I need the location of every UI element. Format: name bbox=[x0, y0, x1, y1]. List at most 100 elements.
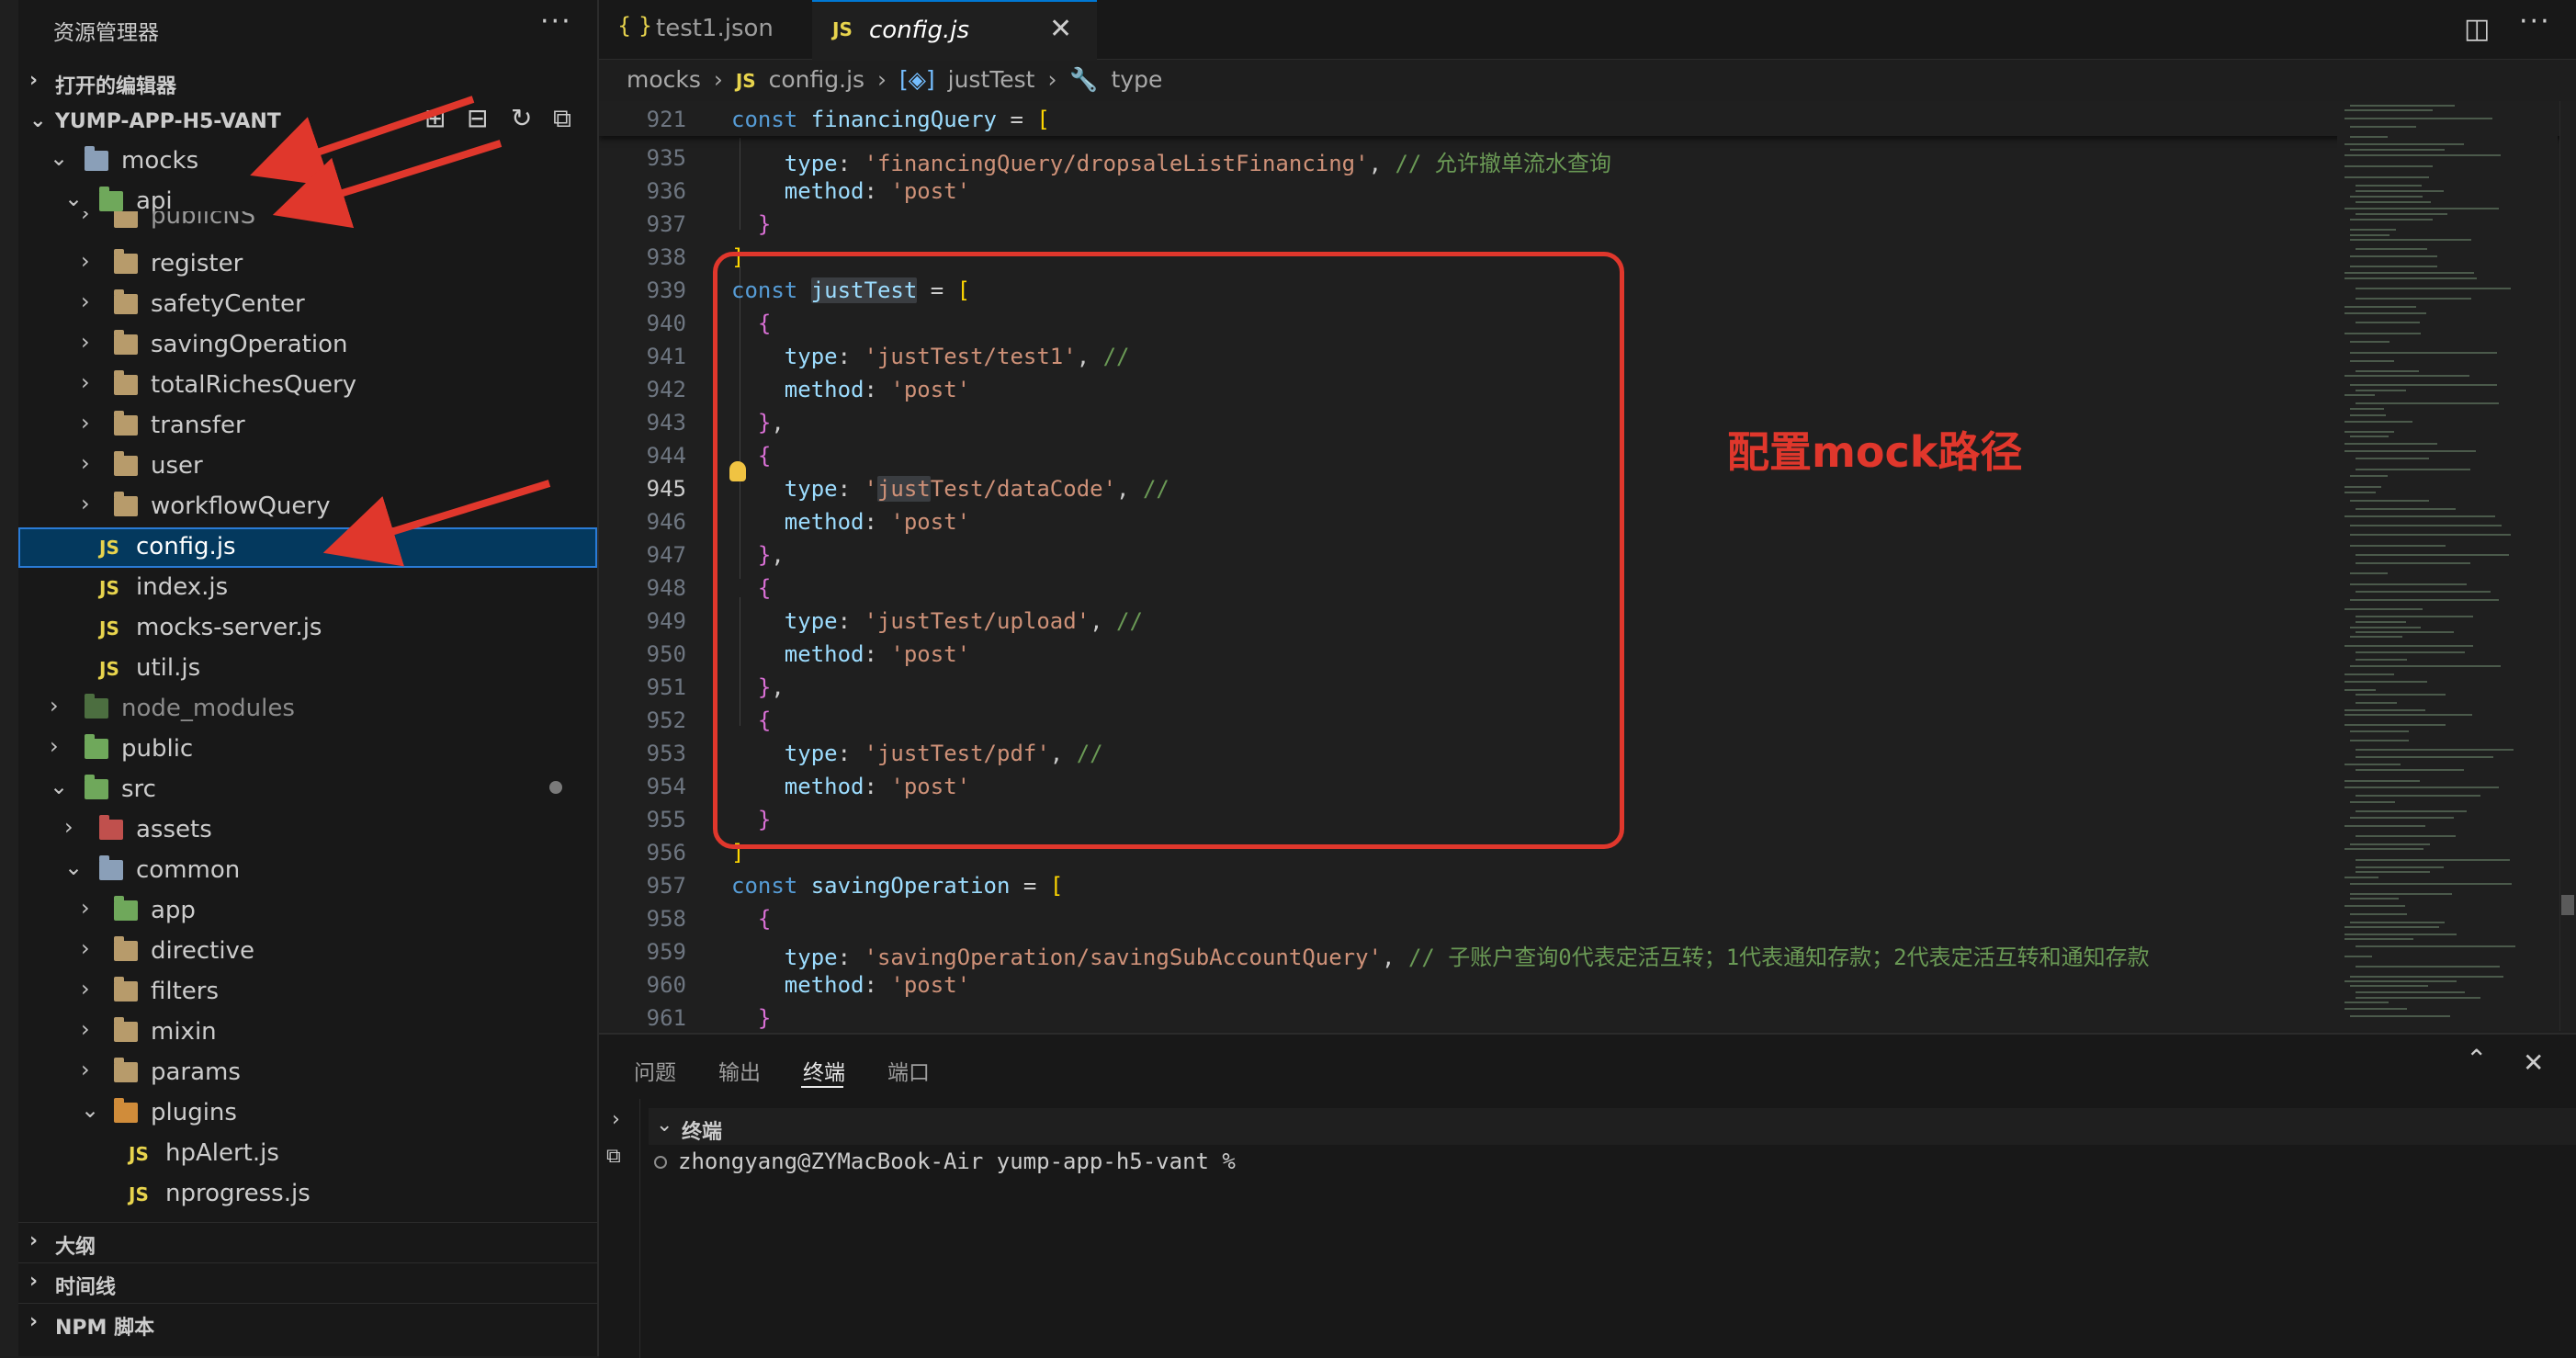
tree-folder-public[interactable]: › public bbox=[18, 730, 597, 770]
section-npm-scripts[interactable]: › NPM 脚本 bbox=[18, 1303, 597, 1341]
minimap-line bbox=[2350, 136, 2388, 138]
terminal-header[interactable]: ⌄ 终端 bbox=[649, 1108, 2576, 1145]
minimap-line bbox=[2356, 591, 2491, 593]
minimap-line bbox=[2350, 196, 2423, 198]
minimap-line bbox=[2350, 817, 2454, 819]
minimap-line bbox=[2356, 651, 2465, 653]
more-actions-icon[interactable]: ··· bbox=[2519, 6, 2551, 38]
folder-icon bbox=[99, 855, 123, 880]
chevron-down-icon: ⌄ bbox=[81, 1097, 100, 1123]
minimap-line bbox=[2356, 871, 2430, 873]
wrench-icon: 🔧 bbox=[1069, 66, 1099, 93]
minimap-line bbox=[2350, 1015, 2450, 1017]
close-panel-icon[interactable]: ✕ bbox=[2523, 1047, 2544, 1078]
minimap-line bbox=[2350, 545, 2446, 547]
breadcrumb-separator: › bbox=[713, 66, 723, 93]
tree-folder-app[interactable]: › app bbox=[18, 891, 597, 932]
arrow-to-config bbox=[322, 480, 551, 567]
tree-folder-params[interactable]: › params bbox=[18, 1053, 597, 1093]
minimap-line bbox=[2356, 562, 2470, 564]
tab-test1-json[interactable]: { } test1.json bbox=[599, 0, 810, 59]
tree-folder-common[interactable]: ⌄ common bbox=[18, 851, 597, 891]
tree-file-util-js[interactable]: JS util.js bbox=[18, 649, 597, 689]
line-number: 956 bbox=[646, 840, 686, 866]
minimap-line bbox=[2344, 306, 2416, 308]
code-line: const savingOperation = [ bbox=[731, 873, 1064, 899]
panel-tab-terminal[interactable]: 终端 bbox=[803, 1055, 845, 1086]
chevron-down-icon: ⌄ bbox=[64, 854, 84, 880]
tree-file-hpalert-js[interactable]: JS hpAlert.js bbox=[18, 1134, 597, 1174]
tree-label: app bbox=[151, 897, 196, 924]
terminal-split-icon[interactable]: ⧉ bbox=[606, 1145, 621, 1168]
tree-file-mocks-server-js[interactable]: JS mocks-server.js bbox=[18, 608, 597, 649]
split-editor-icon[interactable]: ◫ bbox=[2464, 13, 2490, 45]
minimap[interactable] bbox=[2337, 101, 2558, 1031]
vertical-scrollbar[interactable] bbox=[2559, 101, 2576, 1031]
js-file-icon: JS bbox=[99, 577, 119, 599]
tree-folder-directive[interactable]: › directive bbox=[18, 932, 597, 972]
line-number: 960 bbox=[646, 972, 686, 998]
panel-tab-problems[interactable]: 问题 bbox=[634, 1055, 676, 1086]
chevron-right-icon: › bbox=[29, 1310, 39, 1333]
tree-folder-node-modules[interactable]: › node_modules bbox=[18, 689, 597, 730]
tab-config-js[interactable]: JS config.js ✕ bbox=[812, 0, 1097, 61]
tree-file-nprogress-js[interactable]: JS nprogress.js bbox=[18, 1174, 597, 1215]
tree-label: public bbox=[121, 735, 194, 763]
line-number: 940 bbox=[646, 311, 686, 336]
terminal-prompt[interactable]: zhongyang@ZYMacBook-Air yump-app-h5-vant… bbox=[678, 1149, 1236, 1174]
breadcrumb-property[interactable]: type bbox=[1112, 66, 1163, 93]
minimap-line bbox=[2350, 636, 2402, 638]
json-file-icon: { } bbox=[617, 13, 653, 39]
section-timeline[interactable]: › 时间线 bbox=[18, 1262, 597, 1300]
breadcrumb-folder[interactable]: mocks bbox=[627, 66, 701, 93]
line-number: 938 bbox=[646, 244, 686, 270]
folder-icon bbox=[85, 734, 108, 759]
panel-tab-output[interactable]: 输出 bbox=[718, 1055, 761, 1086]
js-file-icon: JS bbox=[99, 617, 119, 639]
minimap-line bbox=[2350, 352, 2497, 354]
panel-tab-ports[interactable]: 端口 bbox=[887, 1055, 930, 1086]
minimap-line bbox=[2344, 312, 2426, 314]
minimap-line bbox=[2350, 341, 2390, 343]
line-number: 950 bbox=[646, 641, 686, 667]
folder-icon bbox=[114, 1017, 138, 1042]
tree-folder-src[interactable]: ⌄ src bbox=[18, 770, 597, 810]
tree-folder-assets[interactable]: › assets bbox=[18, 810, 597, 851]
terminal-status-circle-icon bbox=[654, 1156, 667, 1169]
chevron-right-icon: › bbox=[29, 1270, 39, 1293]
tree-folder-plugins[interactable]: ⌄ plugins bbox=[18, 1093, 597, 1134]
sticky-scroll-header[interactable]: 921 const financingQuery = [ bbox=[599, 101, 2576, 136]
code-line: method: 'post' bbox=[784, 178, 971, 204]
tree-folder-filters[interactable]: › filters bbox=[18, 972, 597, 1013]
section-label: NPM 脚本 bbox=[55, 1317, 155, 1340]
chevron-right-icon: › bbox=[81, 935, 90, 961]
js-file-icon: JS bbox=[735, 70, 756, 92]
line-number: 951 bbox=[646, 674, 686, 700]
line-number: 939 bbox=[646, 277, 686, 303]
chevron-down-icon: ⌄ bbox=[656, 1114, 673, 1137]
minimap-line bbox=[2350, 883, 2512, 885]
breadcrumb-symbol[interactable]: justTest bbox=[948, 66, 1035, 93]
chevron-right-icon: › bbox=[29, 1229, 39, 1252]
minimap-line bbox=[2350, 229, 2396, 231]
tree-folder-mixin[interactable]: › mixin bbox=[18, 1013, 597, 1053]
minimap-line bbox=[2344, 926, 2439, 928]
minimap-line bbox=[2350, 266, 2437, 267]
minimap-line bbox=[2356, 554, 2509, 556]
arrow-to-mocks bbox=[250, 96, 475, 187]
scrollbar-thumb[interactable] bbox=[2561, 895, 2574, 915]
minimap-line bbox=[2344, 714, 2472, 716]
minimap-line bbox=[2356, 390, 2406, 391]
section-outline[interactable]: › 大纲 bbox=[18, 1222, 597, 1260]
line-number: 953 bbox=[646, 741, 686, 766]
annotation-label: 配置mock路径 bbox=[1727, 427, 2023, 477]
tree-file-index-js[interactable]: JS index.js bbox=[18, 568, 597, 608]
maximize-panel-icon[interactable]: ⌃ bbox=[2466, 1044, 2487, 1074]
breadcrumb-file[interactable]: config.js bbox=[769, 66, 864, 93]
minimap-line bbox=[2344, 724, 2446, 726]
chevron-right-icon: › bbox=[50, 733, 59, 759]
minimap-line bbox=[2344, 709, 2425, 711]
chevron-right-icon[interactable]: › bbox=[612, 1108, 620, 1131]
minimap-line bbox=[2356, 621, 2406, 623]
close-icon[interactable]: ✕ bbox=[1049, 13, 1072, 45]
